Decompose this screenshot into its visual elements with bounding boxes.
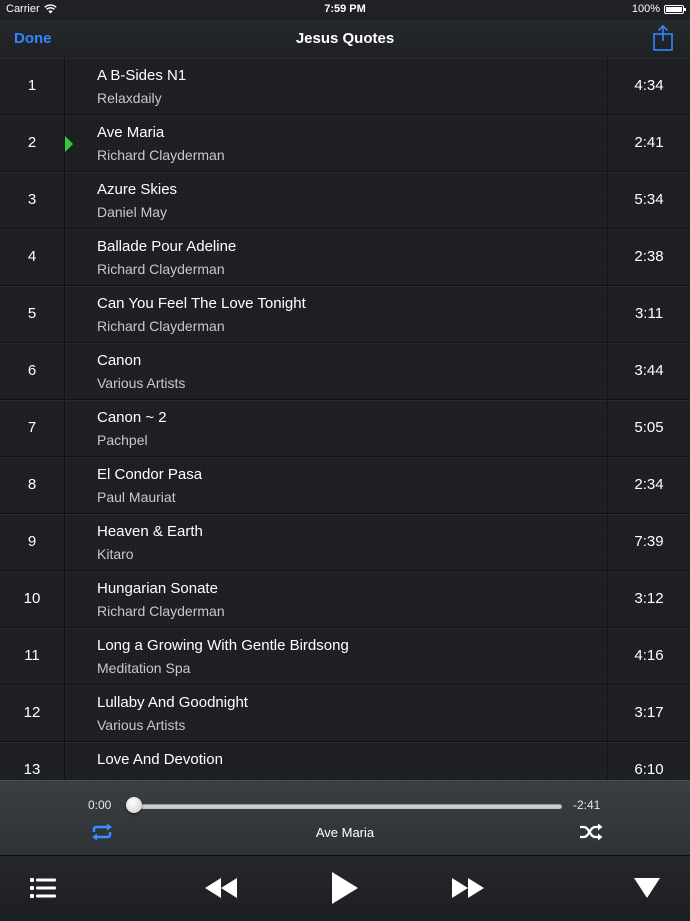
track-title: Lullaby And Goodnight bbox=[97, 694, 248, 711]
track-duration: 2:41 bbox=[607, 115, 690, 171]
playback-toolbar bbox=[0, 855, 690, 921]
track-number: 3 bbox=[0, 172, 65, 228]
track-number: 5 bbox=[0, 286, 65, 342]
play-icon[interactable] bbox=[331, 872, 359, 904]
track-title: Heaven & Earth bbox=[97, 523, 203, 540]
track-duration: 3:12 bbox=[607, 571, 690, 627]
battery-icon bbox=[664, 4, 686, 14]
track-duration: 6:10 bbox=[607, 742, 690, 780]
track-duration: 2:38 bbox=[607, 229, 690, 285]
track-row[interactable]: 11 Long a Growing With Gentle Birdsong Med… bbox=[0, 628, 690, 685]
track-row[interactable]: 3 Azure Skies Daniel May 5:34 bbox=[0, 172, 690, 229]
track-number: 12 bbox=[0, 685, 65, 741]
track-artist: Kitaro bbox=[97, 546, 134, 562]
track-row[interactable]: 1 A B-Sides N1 Relaxdaily 4:34 bbox=[0, 58, 690, 115]
shuffle-icon[interactable] bbox=[579, 823, 603, 841]
track-row[interactable]: 9 Heaven & Earth Kitaro 7:39 bbox=[0, 514, 690, 571]
remaining-time: -2:41 bbox=[573, 798, 601, 812]
player-panel: 0:00 -2:41 Ave Maria bbox=[0, 780, 690, 856]
list-icon[interactable] bbox=[30, 877, 56, 899]
track-duration: 4:16 bbox=[607, 628, 690, 684]
track-artist: Richard Clayderman bbox=[97, 261, 225, 277]
track-number: 7 bbox=[0, 400, 65, 456]
track-title: Hungarian Sonate bbox=[97, 580, 218, 597]
track-number: 11 bbox=[0, 628, 65, 684]
track-title: Azure Skies bbox=[97, 181, 178, 198]
track-duration: 7:39 bbox=[607, 514, 690, 570]
track-duration: 2:34 bbox=[607, 457, 690, 513]
track-artist: Various Artists bbox=[97, 717, 186, 733]
track-artist: Richard Clayderman bbox=[97, 603, 225, 619]
track-number: 10 bbox=[0, 571, 65, 627]
track-row[interactable]: 7 Canon ~ 2 Pachpel 5:05 bbox=[0, 400, 690, 457]
battery-percent: 100% bbox=[631, 3, 660, 15]
track-artist: Relaxdaily bbox=[97, 90, 162, 106]
track-row[interactable]: 8 El Condor Pasa Paul Mauriat 2:34 bbox=[0, 457, 690, 514]
track-title: Long a Growing With Gentle Birdsong bbox=[97, 637, 349, 654]
progress-slider[interactable] bbox=[134, 804, 562, 809]
track-row[interactable]: 12 Lullaby And Goodnight Various Artists 3:… bbox=[0, 685, 690, 742]
navigation-bar: Done Jesus Quotes bbox=[0, 20, 690, 59]
track-title: Ballade Pour Adeline bbox=[97, 238, 237, 255]
track-title: Love And Devotion bbox=[97, 751, 223, 768]
track-artist: Pachpel bbox=[97, 432, 148, 448]
track-row[interactable]: 13 Love And Devotion 6:10 bbox=[0, 742, 690, 780]
track-duration: 4:34 bbox=[607, 58, 690, 114]
collapse-icon[interactable] bbox=[634, 878, 660, 898]
track-number: 2 bbox=[0, 115, 65, 171]
elapsed-time: 0:00 bbox=[88, 798, 112, 812]
track-title: Canon ~ 2 bbox=[97, 409, 167, 426]
track-number: 1 bbox=[0, 58, 65, 114]
track-row[interactable]: 5 Can You Feel The Love Tonight Richard Cl… bbox=[0, 286, 690, 343]
track-duration: 3:17 bbox=[607, 685, 690, 741]
track-number: 6 bbox=[0, 343, 65, 399]
track-artist: Daniel May bbox=[97, 204, 168, 220]
battery-indicator: 100% bbox=[631, 3, 686, 15]
status-time: 7:59 PM bbox=[324, 3, 366, 15]
track-title: Can You Feel The Love Tonight bbox=[97, 295, 306, 312]
track-number: 13 bbox=[0, 742, 65, 780]
track-artist: Richard Clayderman bbox=[97, 147, 225, 163]
now-playing-indicator-icon bbox=[65, 136, 73, 152]
fast-forward-icon[interactable] bbox=[451, 878, 485, 898]
progress-slider-thumb[interactable] bbox=[126, 797, 142, 813]
track-title: A B-Sides N1 bbox=[97, 67, 187, 84]
track-artist: Richard Clayderman bbox=[97, 318, 225, 334]
track-number: 8 bbox=[0, 457, 65, 513]
track-number: 9 bbox=[0, 514, 65, 570]
track-artist: Paul Mauriat bbox=[97, 489, 176, 505]
track-duration: 5:05 bbox=[607, 400, 690, 456]
track-row[interactable]: 10 Hungarian Sonate Richard Clayderman 3:12 bbox=[0, 571, 690, 628]
track-title: Canon bbox=[97, 352, 142, 369]
status-bar: Carrier 7:59 PM 100% bbox=[0, 0, 690, 20]
track-title: El Condor Pasa bbox=[97, 466, 203, 483]
share-icon[interactable] bbox=[652, 24, 674, 52]
track-duration: 3:11 bbox=[607, 286, 690, 342]
track-title: Ave Maria bbox=[97, 124, 165, 141]
track-row[interactable]: 2 Ave Maria Richard Clayderman 2:41 bbox=[0, 115, 690, 172]
playlist-title: Jesus Quotes bbox=[295, 30, 395, 47]
track-duration: 3:44 bbox=[607, 343, 690, 399]
track-artist: Meditation Spa bbox=[97, 660, 191, 676]
track-row[interactable]: 6 Canon Various Artists 3:44 bbox=[0, 343, 690, 400]
track-artist: Various Artists bbox=[97, 375, 186, 391]
rewind-icon[interactable] bbox=[204, 878, 238, 898]
track-list[interactable]: 1 A B-Sides N1 Relaxdaily 4:34 2 Ave Maria Ric… bbox=[0, 58, 690, 780]
track-number: 4 bbox=[0, 229, 65, 285]
track-duration: 5:34 bbox=[607, 172, 690, 228]
track-row[interactable]: 4 Ballade Pour Adeline Richard Clayderman 2… bbox=[0, 229, 690, 286]
